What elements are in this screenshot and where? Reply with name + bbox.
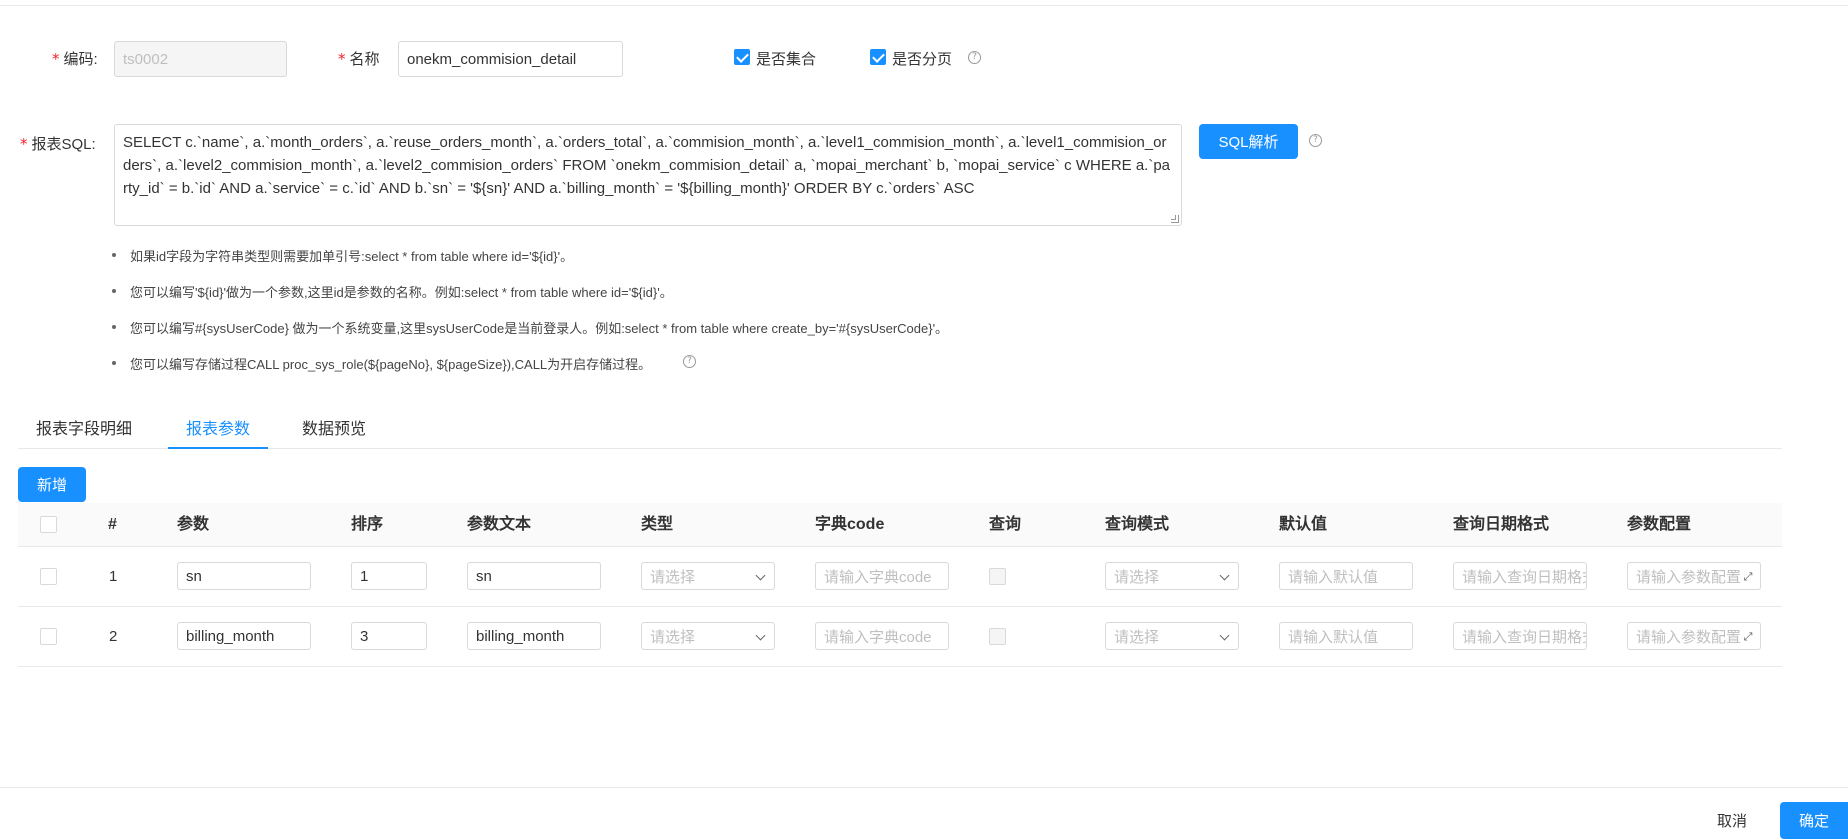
param-text-input[interactable]: sn xyxy=(467,562,601,590)
col-default: 默认值 xyxy=(1279,516,1328,533)
row-checkbox[interactable] xyxy=(40,628,57,645)
expand-icon[interactable]: ⤢ xyxy=(1742,571,1754,583)
top-border xyxy=(0,0,1848,6)
query-checkbox[interactable] xyxy=(989,568,1006,585)
sql-textarea[interactable]: SELECT c.`name`, a.`month_orders`, a.`re… xyxy=(114,124,1182,226)
resize-handle-icon[interactable] xyxy=(1171,215,1179,223)
row-checkbox[interactable] xyxy=(40,568,57,585)
chevron-down-icon xyxy=(755,630,766,641)
col-param: 参数 xyxy=(177,516,210,533)
tab-params[interactable]: 报表参数 xyxy=(168,415,269,449)
dict-code-input[interactable]: 请输入字典code xyxy=(815,562,949,590)
chevron-down-icon xyxy=(1219,570,1230,581)
query-mode-select[interactable]: 请选择 xyxy=(1105,562,1239,590)
tab-bar: 报表字段明细 报表参数 数据预览 xyxy=(18,415,1782,449)
default-input[interactable]: 请输入默认值 xyxy=(1279,562,1413,590)
query-mode-select[interactable]: 请选择 xyxy=(1105,622,1239,650)
tip-item: 您可以编写#{sysUserCode} 做为一个系统变量,这里sysUserCo… xyxy=(112,318,948,337)
col-param-config: 参数配置 xyxy=(1627,516,1692,533)
order-input[interactable]: 1 xyxy=(351,562,427,590)
name-label: * 名称 xyxy=(338,50,380,68)
col-param-text: 参数文本 xyxy=(467,516,532,533)
param-input[interactable]: billing_month xyxy=(177,622,311,650)
type-select[interactable]: 请选择 xyxy=(641,562,775,590)
add-button[interactable]: 新增 xyxy=(18,467,86,502)
code-input: ts0002 xyxy=(114,41,287,77)
col-query-mode: 查询模式 xyxy=(1105,516,1170,533)
col-date-format: 查询日期格式 xyxy=(1453,516,1550,533)
chevron-down-icon xyxy=(755,570,766,581)
code-label: * 编码: xyxy=(52,50,98,68)
modal-footer xyxy=(0,787,1848,839)
default-input[interactable]: 请输入默认值 xyxy=(1279,622,1413,650)
col-order: 排序 xyxy=(351,516,384,533)
is-set-label: 是否集合 xyxy=(756,51,817,68)
procedure-help-icon[interactable]: ? xyxy=(683,355,696,368)
tip-item: 您可以编写'${id}'做为一个参数,这里id是参数的名称。例如:select … xyxy=(112,282,673,301)
sql-text: SELECT c.`name`, a.`month_orders`, a.`re… xyxy=(123,134,1171,197)
sql-label: * 报表SQL: xyxy=(20,135,96,153)
col-dict-code: 字典code xyxy=(815,516,885,533)
param-config-input[interactable]: 请输入参数配置 ⤢ xyxy=(1627,562,1761,590)
param-text-input[interactable]: billing_month xyxy=(467,622,601,650)
table-row: 1 sn 1 sn 请选择 请输入字典code 请选择 请输入默认值 请输入查询… xyxy=(18,547,1782,607)
param-config-input[interactable]: 请输入参数配置 ⤢ xyxy=(1627,622,1761,650)
chevron-down-icon xyxy=(1219,630,1230,641)
paged-help-icon[interactable]: ? xyxy=(968,51,981,64)
expand-icon[interactable]: ⤢ xyxy=(1742,631,1754,643)
tip-item: 您可以编写存储过程CALL proc_sys_role(${pageNo}, $… xyxy=(112,354,651,373)
tab-data-preview[interactable]: 数据预览 xyxy=(284,415,384,449)
cancel-button[interactable]: 取消 xyxy=(1717,810,1747,831)
row-index: 2 xyxy=(109,628,118,645)
is-paged-label: 是否分页 xyxy=(892,51,953,68)
sql-parse-button[interactable]: SQL解析 xyxy=(1199,124,1298,159)
select-all-checkbox[interactable] xyxy=(40,516,57,533)
query-checkbox[interactable] xyxy=(989,628,1006,645)
dict-code-input[interactable]: 请输入字典code xyxy=(815,622,949,650)
table-row: 2 billing_month 3 billing_month 请选择 请输入字… xyxy=(18,607,1782,667)
row-index: 1 xyxy=(109,568,118,585)
col-index: # xyxy=(108,516,117,533)
date-format-input[interactable]: 请输入查询日期格式 xyxy=(1453,562,1587,590)
order-input[interactable]: 3 xyxy=(351,622,427,650)
col-type: 类型 xyxy=(641,516,674,533)
is-set-checkbox[interactable] xyxy=(734,49,750,65)
is-paged-checkbox[interactable] xyxy=(870,49,886,65)
param-input[interactable]: sn xyxy=(177,562,311,590)
table-header: # 参数 排序 参数文本 类型 字典code 查询 查询模式 默认值 查询日期格… xyxy=(18,503,1782,547)
tip-item: 如果id字段为字符串类型则需要加单引号:select * from table … xyxy=(112,246,573,265)
sql-help-icon[interactable]: ? xyxy=(1309,134,1322,147)
date-format-input[interactable]: 请输入查询日期格式 xyxy=(1453,622,1587,650)
name-input[interactable]: onekm_commision_detail xyxy=(398,41,623,77)
type-select[interactable]: 请选择 xyxy=(641,622,775,650)
confirm-button[interactable]: 确定 xyxy=(1780,802,1848,839)
col-query: 查询 xyxy=(989,516,1022,533)
tab-field-details[interactable]: 报表字段明细 xyxy=(18,415,150,449)
